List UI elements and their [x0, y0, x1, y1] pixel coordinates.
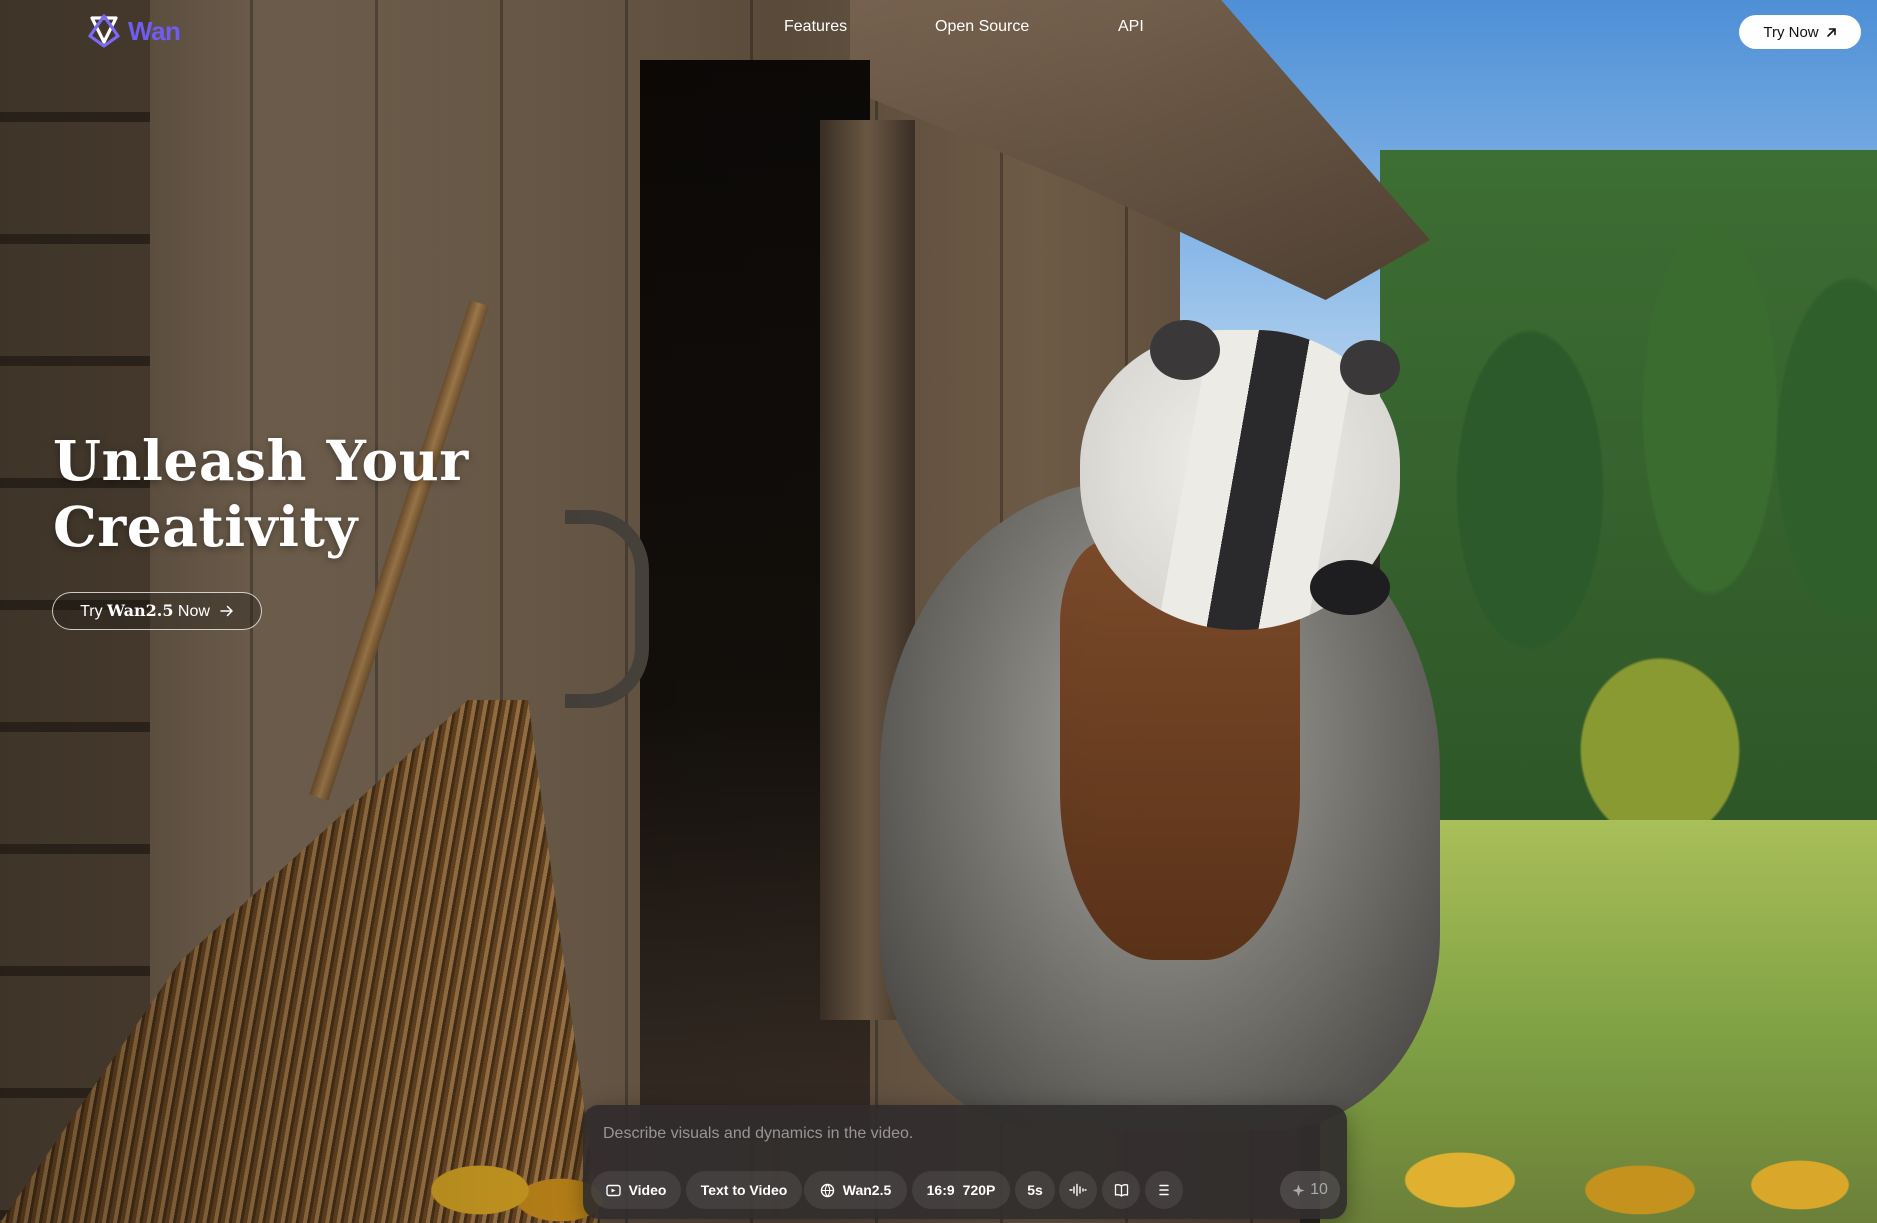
- audio-wave-icon: [1069, 1183, 1087, 1197]
- site-header: Wan Features Open Source API Try Now: [0, 0, 1877, 64]
- video-icon: [605, 1184, 621, 1196]
- resolution-label: 720P: [962, 1182, 996, 1198]
- try-now-label: Try Now: [1763, 23, 1819, 41]
- duration-label: 5s: [1027, 1182, 1043, 1198]
- type-label: Text to Video: [700, 1182, 788, 1198]
- model-select-button[interactable]: Wan2.5: [804, 1171, 907, 1209]
- settings-menu-button[interactable]: [1145, 1171, 1183, 1209]
- nav-features[interactable]: Features: [784, 18, 904, 36]
- hero-shade-overlay: [0, 0, 1877, 1223]
- mode-video-button[interactable]: Video: [591, 1171, 681, 1209]
- wan-logo-icon: [88, 14, 120, 48]
- audio-button[interactable]: [1059, 1171, 1097, 1209]
- book-icon: [1114, 1184, 1128, 1197]
- logo-link[interactable]: Wan: [86, 12, 181, 50]
- duration-button[interactable]: 5s: [1015, 1171, 1055, 1209]
- try-wan-button[interactable]: Try Wan2.5 Now: [52, 592, 262, 630]
- sparkle-icon: [1292, 1184, 1305, 1196]
- logo-text: Wan: [128, 15, 181, 46]
- arrow-up-right-icon: [1826, 27, 1836, 37]
- hero-title-line: Unleash Your: [53, 428, 469, 493]
- prompt-guide-button[interactable]: [1102, 1171, 1140, 1209]
- generate-button[interactable]: 10: [1280, 1171, 1340, 1209]
- credit-count: 10: [1310, 1181, 1328, 1198]
- ratio-resolution-button[interactable]: 16:9 720P: [912, 1171, 1010, 1209]
- mode-label: Video: [628, 1182, 667, 1198]
- nav-api[interactable]: API: [1118, 18, 1178, 36]
- hero-background-video: [0, 0, 1877, 1223]
- nav-open-source[interactable]: Open Source: [935, 18, 1075, 36]
- cta-prefix: Try: [80, 603, 103, 620]
- prompt-panel: Video Text to Video Wan2.5 16:9 720P 5s: [583, 1105, 1347, 1219]
- model-label: Wan2.5: [842, 1182, 892, 1198]
- arrow-right-icon: [220, 605, 233, 617]
- prompt-input[interactable]: [601, 1119, 1325, 1149]
- hero-title: Unleash Your Creativity: [53, 428, 469, 560]
- cta-suffix: Now: [177, 603, 210, 620]
- text-to-video-button[interactable]: Text to Video: [686, 1171, 802, 1209]
- menu-lines-icon: [1159, 1184, 1169, 1196]
- hero-title-line: Creativity: [53, 494, 358, 559]
- ratio-label: 16:9: [926, 1182, 955, 1198]
- globe-icon: [820, 1183, 834, 1197]
- cta-brand: Wan2.5: [107, 601, 174, 620]
- try-now-button[interactable]: Try Now: [1739, 15, 1861, 49]
